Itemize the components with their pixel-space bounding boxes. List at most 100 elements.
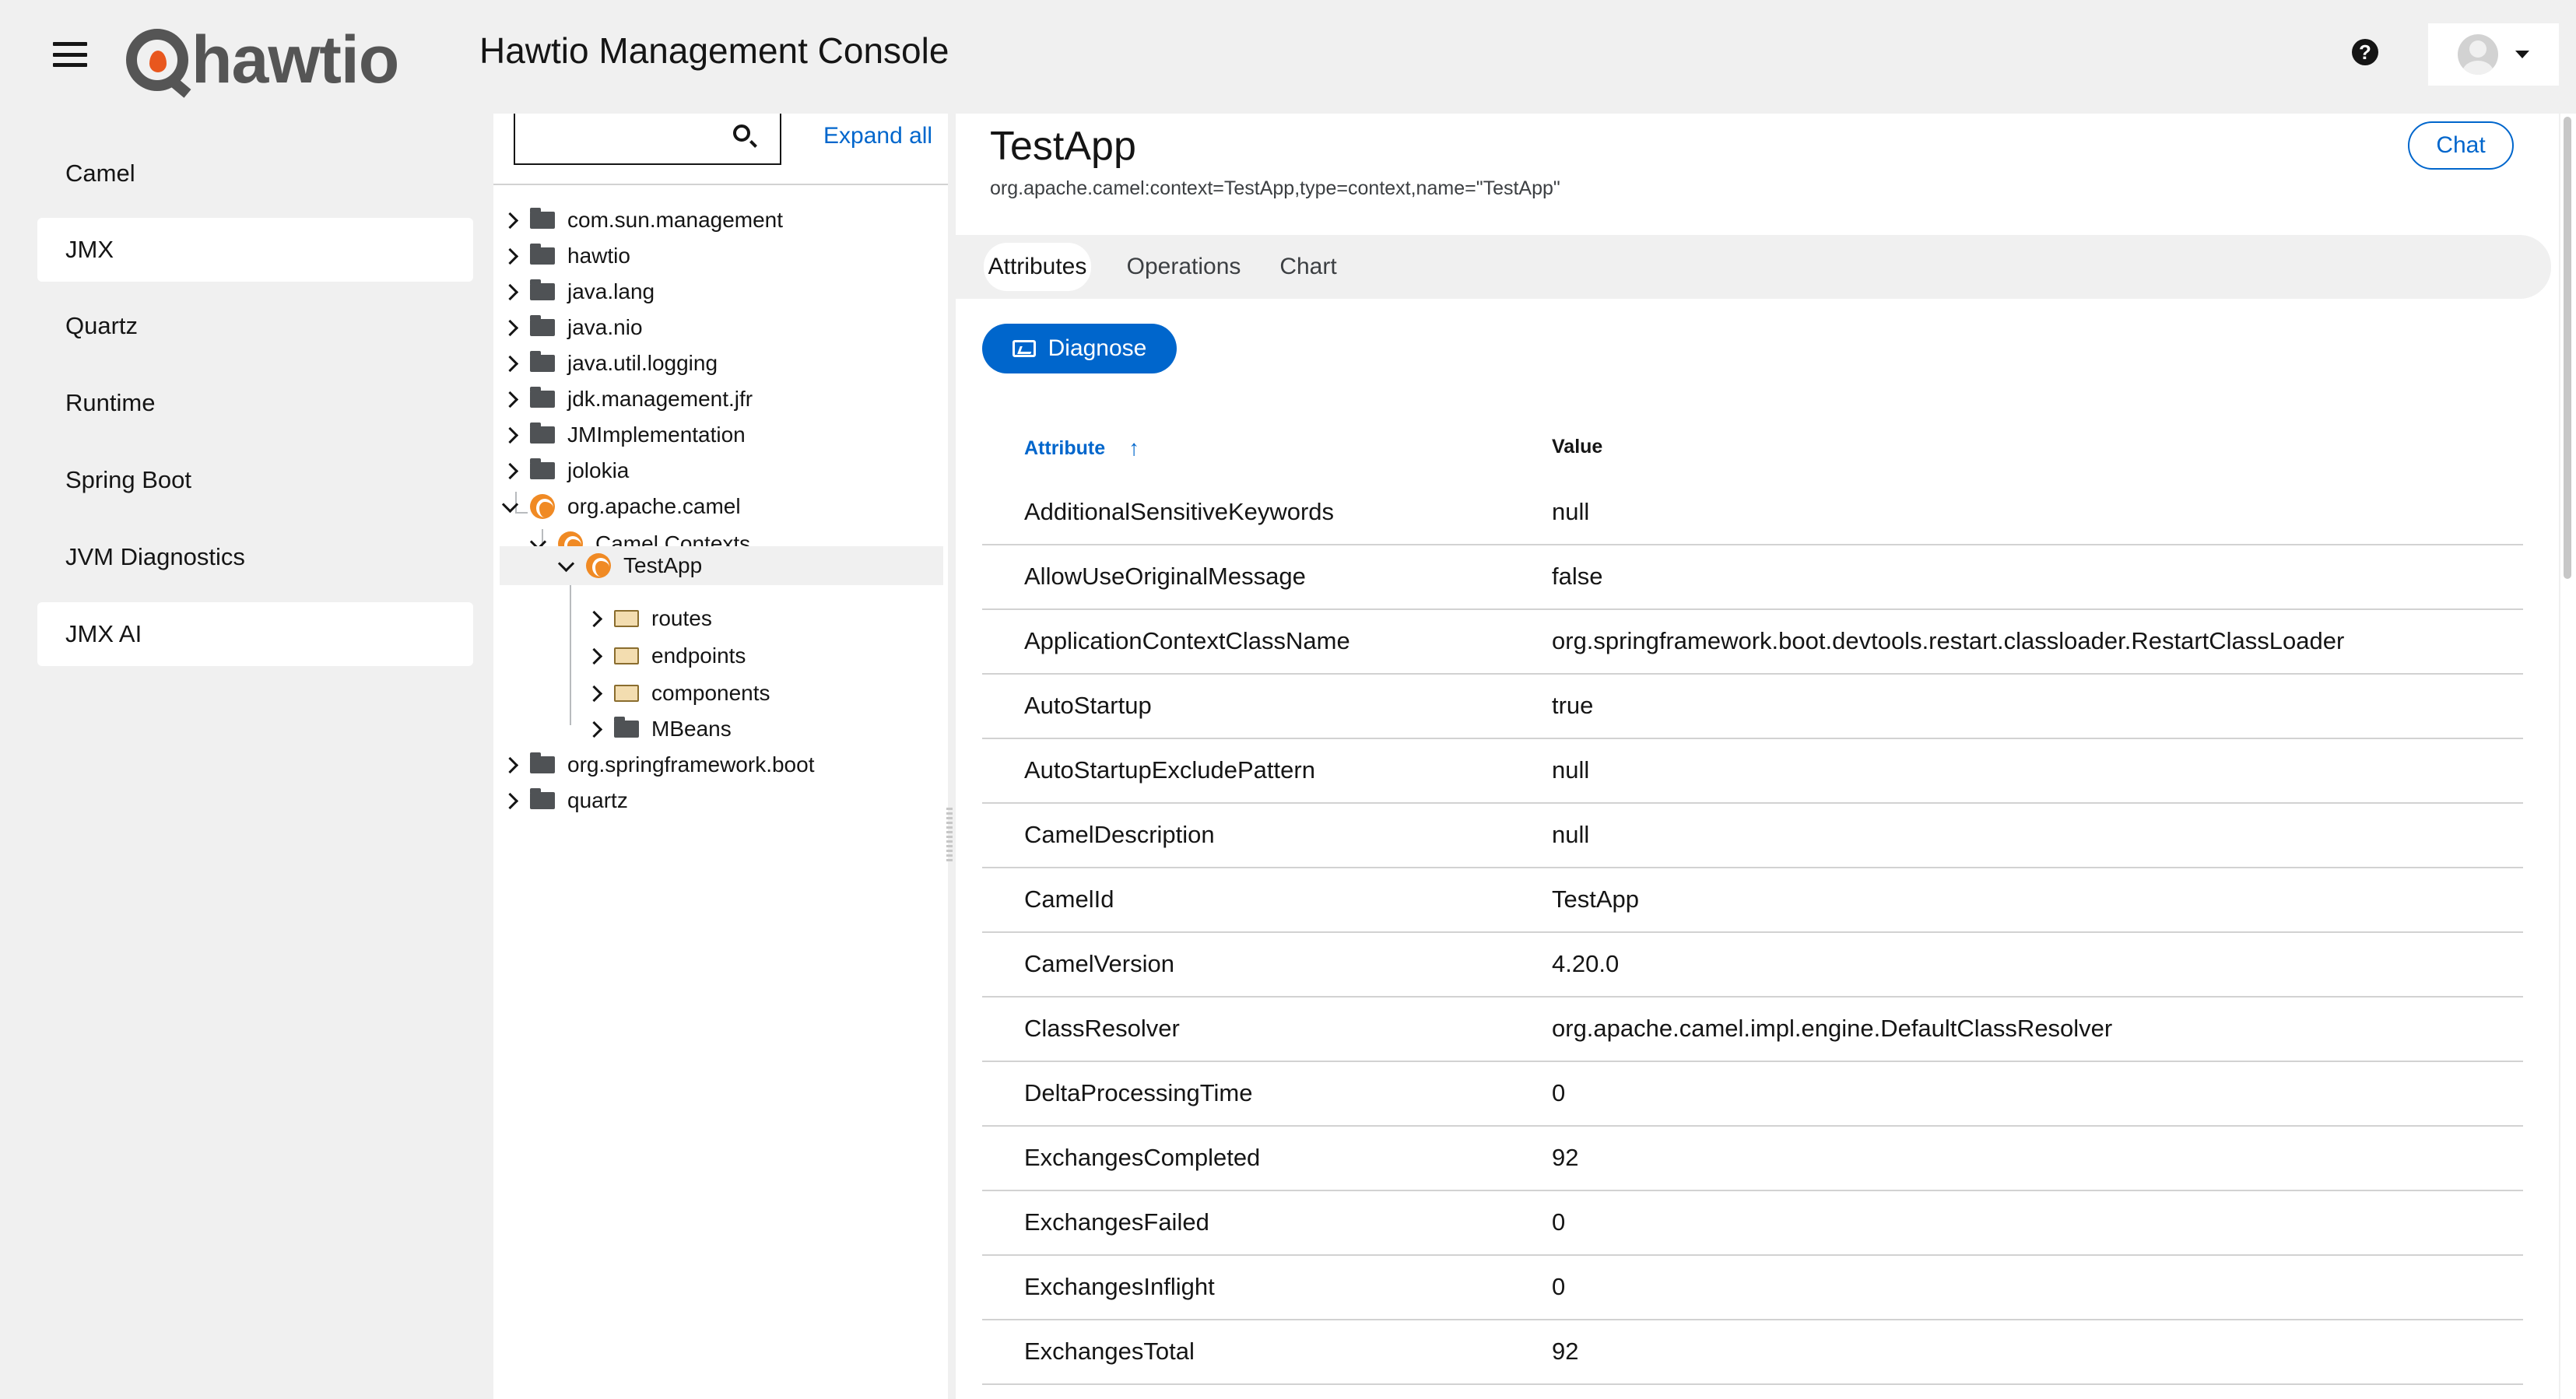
hamburger-menu-icon[interactable] xyxy=(53,37,87,72)
tree-node-label: java.nio xyxy=(567,315,643,339)
table-row[interactable]: ClassResolver org.apache.camel.impl.engin… xyxy=(982,996,2523,1062)
attribute-name: AllowUseOriginalMessage xyxy=(1024,563,1306,590)
table-row[interactable]: ExchangesCompleted 92 xyxy=(982,1125,2523,1191)
attribute-name: AdditionalSensitiveKeywords xyxy=(1024,498,1335,525)
chevron-right-icon[interactable] xyxy=(585,610,603,627)
sidebar-item-quartz[interactable]: Quartz xyxy=(37,294,473,358)
panel-resize-handle[interactable] xyxy=(946,808,953,862)
tree-node-label: quartz xyxy=(567,788,628,812)
tree-node-label: jolokia xyxy=(567,458,630,482)
tree-node[interactable]: jolokia xyxy=(501,453,630,489)
chevron-right-icon[interactable] xyxy=(501,319,519,336)
table-row[interactable]: DeltaProcessingTime 0 xyxy=(982,1061,2523,1127)
mbean-detail-panel: TestApp org.apache.camel:context=TestApp… xyxy=(956,114,2559,1399)
tree-node[interactable]: com.sun.management xyxy=(501,202,784,238)
tree-node-label: hawtio xyxy=(567,244,630,268)
app-title: Hawtio Management Console xyxy=(479,30,949,71)
tab-chart[interactable]: Chart xyxy=(1265,243,1351,291)
chevron-right-icon[interactable] xyxy=(501,247,519,265)
attribute-value: TestApp xyxy=(1552,885,1640,913)
attribute-name: AutoStartupExcludePattern xyxy=(1024,756,1315,784)
tree-node[interactable]: quartz xyxy=(501,783,628,819)
chevron-right-icon[interactable] xyxy=(501,355,519,372)
chevron-down-icon[interactable] xyxy=(557,555,575,572)
tree-node[interactable]: endpoints xyxy=(585,638,746,674)
chevron-right-icon[interactable] xyxy=(501,283,519,300)
tree-node[interactable]: java.util.logging xyxy=(501,345,718,381)
expand-all-link[interactable]: Expand all xyxy=(823,123,932,149)
table-row[interactable]: ExchangesTotal 92 xyxy=(982,1319,2523,1385)
user-menu-button[interactable] xyxy=(2428,23,2559,86)
table-row[interactable]: CamelId TestApp xyxy=(982,867,2523,933)
sidebar-item-jvm-diagnostics[interactable]: JVM Diagnostics xyxy=(37,525,473,589)
tree-node-selected[interactable]: TestApp xyxy=(500,546,943,585)
diagnose-label: Diagnose xyxy=(1048,335,1147,361)
chevron-right-icon[interactable] xyxy=(501,426,519,444)
tab-attributes[interactable]: Attributes xyxy=(984,243,1091,291)
tree-node[interactable]: org.springframework.boot xyxy=(501,747,814,783)
help-icon[interactable]: ? xyxy=(2352,39,2378,65)
attribute-value: false xyxy=(1552,563,1603,590)
chevron-right-icon[interactable] xyxy=(501,212,519,229)
tree-node[interactable]: routes xyxy=(585,601,712,636)
table-row[interactable]: AutoStartupExcludePattern null xyxy=(982,738,2523,804)
tree-node[interactable]: java.lang xyxy=(501,274,655,310)
tree-node-label: com.sun.management xyxy=(567,208,784,232)
chevron-right-icon[interactable] xyxy=(501,391,519,408)
folder-open-icon xyxy=(614,610,639,627)
tree-node-label: jdk.management.jfr xyxy=(567,387,753,411)
sort-ascending-icon[interactable]: ↑ xyxy=(1128,436,1139,461)
table-row[interactable]: ExchangesFailed 0 xyxy=(982,1190,2523,1256)
chevron-right-icon[interactable] xyxy=(501,462,519,479)
table-row[interactable]: ExchangesInflight 0 xyxy=(982,1254,2523,1320)
diagnose-button[interactable]: Diagnose xyxy=(982,324,1177,373)
sidebar-item-jmx[interactable]: JMX xyxy=(37,218,473,282)
tree-node[interactable]: java.nio xyxy=(501,310,643,345)
search-icon[interactable] xyxy=(733,124,750,142)
sidebar-item-camel[interactable]: Camel xyxy=(37,142,473,205)
attribute-name: ExchangesFailed xyxy=(1024,1208,1209,1236)
sidebar-item-jmx-ai[interactable]: JMX AI xyxy=(37,602,473,666)
chevron-down-icon[interactable] xyxy=(501,496,519,513)
chat-button[interactable]: Chat xyxy=(2408,121,2514,170)
folder-icon xyxy=(530,351,555,372)
tree-guide-line xyxy=(570,565,571,725)
tree-node[interactable]: org.apache.camel xyxy=(501,489,741,524)
table-row[interactable]: ApplicationContextClassName org.springfra… xyxy=(982,608,2523,675)
hawtio-logo[interactable]: hawtio xyxy=(126,17,399,103)
attribute-name: AutoStartup xyxy=(1024,692,1152,719)
scrollbar-thumb[interactable] xyxy=(2564,117,2571,579)
table-row[interactable]: AllowUseOriginalMessage false xyxy=(982,544,2523,610)
attribute-name: ExchangesTotal xyxy=(1024,1338,1195,1365)
tree-node[interactable]: components xyxy=(585,675,770,711)
tree-node-label: endpoints xyxy=(651,643,746,668)
attribute-name: CamelId xyxy=(1024,885,1114,913)
attribute-name: CamelDescription xyxy=(1024,821,1215,848)
attribute-value: 92 xyxy=(1552,1338,1579,1365)
chevron-right-icon[interactable] xyxy=(501,792,519,809)
chevron-right-icon[interactable] xyxy=(585,685,603,702)
chevron-right-icon[interactable] xyxy=(585,721,603,738)
column-header-value: Value xyxy=(1552,436,1603,458)
monitor-icon xyxy=(1012,340,1036,357)
tab-operations[interactable]: Operations xyxy=(1118,243,1250,291)
column-header-attribute[interactable]: Attribute ↑ xyxy=(1024,436,1139,461)
tree-node-label: components xyxy=(651,681,770,705)
tree-node[interactable]: JMImplementation xyxy=(501,417,746,453)
chevron-right-icon[interactable] xyxy=(585,647,603,664)
tree-node-label: org.apache.camel xyxy=(567,494,741,518)
attribute-value: 92 xyxy=(1552,1144,1579,1171)
attribute-name: DeltaProcessingTime xyxy=(1024,1079,1253,1106)
tree-node-label: java.util.logging xyxy=(567,351,718,375)
table-row[interactable]: CamelDescription null xyxy=(982,802,2523,868)
sidebar-item-spring-boot[interactable]: Spring Boot xyxy=(37,448,473,512)
table-row[interactable]: CamelVersion 4.20.0 xyxy=(982,931,2523,998)
folder-open-icon xyxy=(614,685,639,702)
tree-node[interactable]: hawtio xyxy=(501,238,630,274)
sidebar-item-runtime[interactable]: Runtime xyxy=(37,371,473,435)
tree-node[interactable]: MBeans xyxy=(585,711,732,747)
chevron-right-icon[interactable] xyxy=(501,756,519,773)
tree-node[interactable]: jdk.management.jfr xyxy=(501,381,753,417)
table-row[interactable]: AdditionalSensitiveKeywords null xyxy=(982,479,2523,545)
table-row[interactable]: AutoStartup true xyxy=(982,673,2523,739)
